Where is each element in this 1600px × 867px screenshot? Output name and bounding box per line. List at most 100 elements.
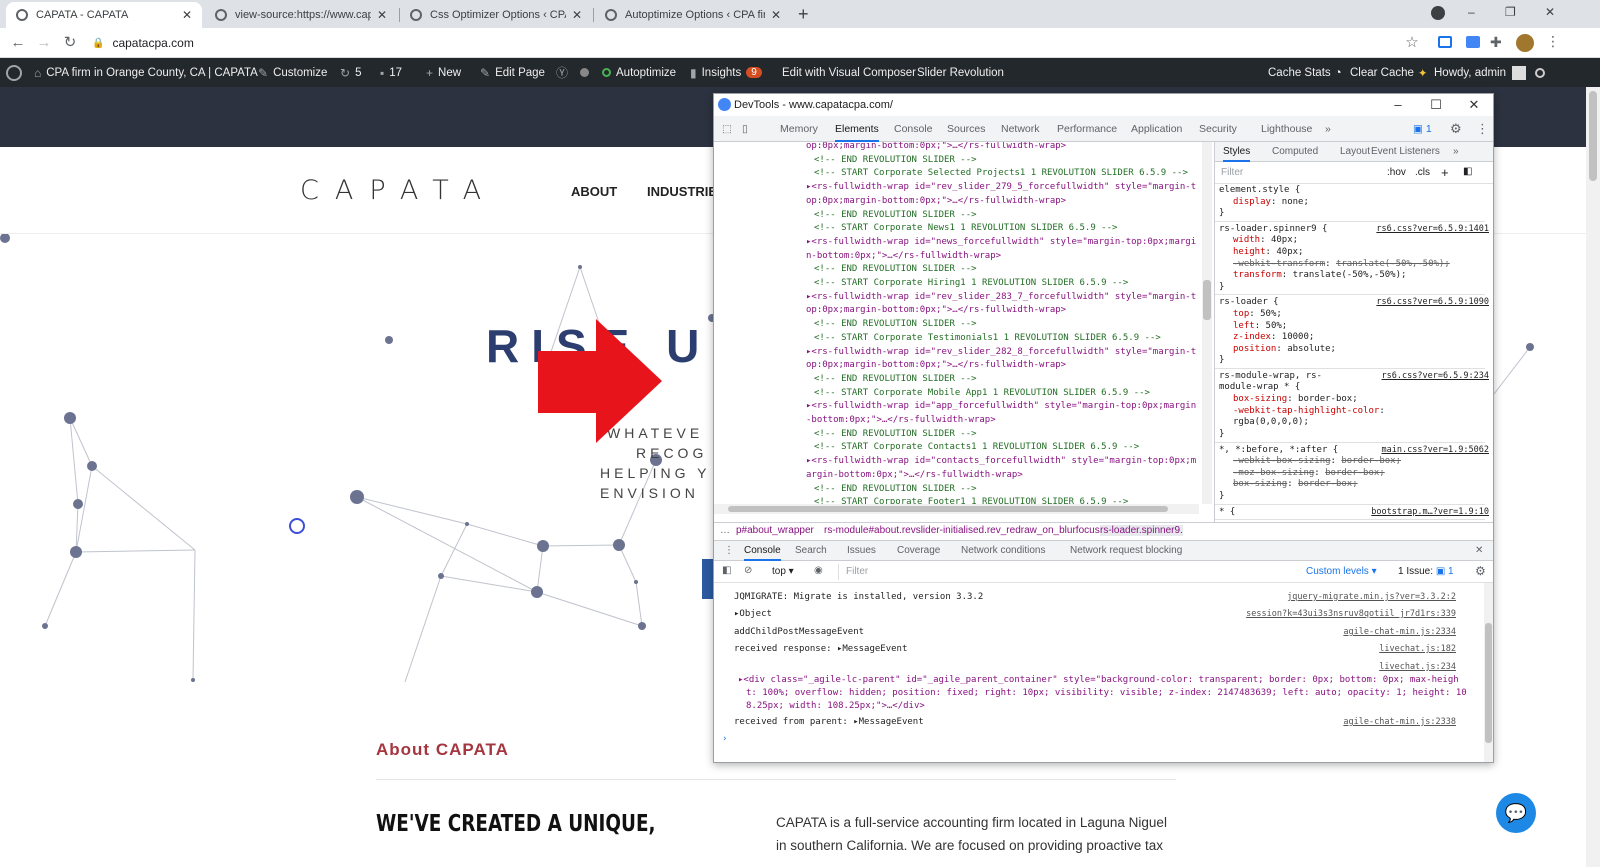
- drawer-tab-coverage[interactable]: Coverage: [897, 541, 940, 561]
- style-property[interactable]: -webkit-tap-highlight-color:: [1233, 406, 1385, 417]
- tab-layout[interactable]: Layout: [1340, 142, 1370, 162]
- dom-comment-line[interactable]: <!-- START Corporate News1 1 REVOLUTION …: [814, 223, 1117, 234]
- console-source-link[interactable]: livechat.js:182: [1379, 643, 1456, 655]
- more-tabs-button[interactable]: »: [1325, 116, 1331, 142]
- console-settings-gear-icon[interactable]: ⚙: [1475, 564, 1486, 578]
- insights-link[interactable]: ▮ Insights 9: [690, 58, 762, 87]
- style-property[interactable]: left: 50%;: [1233, 321, 1287, 332]
- chat-bubble-icon[interactable]: 💬: [1496, 793, 1536, 833]
- browser-menu-icon[interactable]: ⋮: [1546, 33, 1560, 50]
- issues-counter[interactable]: ▣ 1: [1413, 116, 1432, 142]
- reload-icon[interactable]: ↻: [60, 33, 80, 53]
- toggle-sidebar-icon[interactable]: ◧: [1463, 166, 1472, 177]
- tab-security[interactable]: Security: [1199, 116, 1237, 142]
- drawer-tab-request-blocking[interactable]: Network request blocking: [1070, 541, 1182, 561]
- console-source-link[interactable]: session?k=43ui3s3nsruv8qotiil jr7d1rs:33…: [1246, 608, 1456, 620]
- dom-comment-line[interactable]: <!-- END REVOLUTION SLIDER -->: [814, 374, 977, 385]
- style-property[interactable]: rgba(0,0,0,0);: [1233, 417, 1309, 428]
- console-source-link[interactable]: livechat.js:234: [1379, 661, 1456, 673]
- browser-tab[interactable]: view-source:https://www.capatac ✕: [205, 2, 397, 28]
- tab-memory[interactable]: Memory: [780, 116, 818, 142]
- dom-comment-line[interactable]: <!-- START Corporate Mobile App1 1 REVOL…: [814, 388, 1150, 399]
- console-source-link[interactable]: agile-chat-min.js:2338: [1343, 716, 1456, 728]
- close-window-button[interactable]: ✕: [1545, 5, 1555, 19]
- tab-sources[interactable]: Sources: [947, 116, 986, 142]
- style-property[interactable]: position: absolute;: [1233, 344, 1336, 355]
- profile-avatar[interactable]: [1516, 34, 1534, 52]
- edit-page-link[interactable]: ✎ Edit Page: [480, 58, 545, 87]
- address-bar[interactable]: 🔒 capatacpa.com: [92, 31, 1452, 55]
- howdy-account-link[interactable]: Howdy, admin: [1434, 58, 1527, 87]
- elements-hscrollbar[interactable]: [714, 504, 1199, 514]
- wordpress-logo-icon[interactable]: [6, 58, 22, 87]
- page-scrollbar[interactable]: [1586, 87, 1600, 867]
- console-message[interactable]: t: 100%; overflow: hidden; position: fix…: [746, 687, 1467, 699]
- clear-cache-link[interactable]: Clear Cache ✦: [1350, 58, 1428, 87]
- drawer-tab-network-conditions[interactable]: Network conditions: [961, 541, 1045, 561]
- style-rule-source-link[interactable]: rs6.css?ver=6.5.9:1401: [1376, 224, 1489, 235]
- elements-scrollbar[interactable]: [1202, 142, 1212, 504]
- dom-node-line[interactable]: n-bottom:0px;">…</rs-fullwidth-wrap>: [806, 251, 1001, 262]
- dom-comment-line[interactable]: <!-- START Corporate Hiring1 1 REVOLUTIO…: [814, 278, 1128, 289]
- style-property[interactable]: -webkit-transform: translate(-50%,-50%);: [1233, 259, 1450, 270]
- puzzle-extensions-icon[interactable]: ✚: [1490, 34, 1502, 51]
- dom-node-line[interactable]: op:0px;margin-bottom:0px;">…</rs-fullwid…: [806, 196, 1066, 207]
- style-rule-source-link[interactable]: rs6.css?ver=6.5.9:234: [1382, 371, 1489, 382]
- console-source-link[interactable]: agile-chat-min.js:2334: [1343, 626, 1456, 638]
- dom-node-line[interactable]: ▸<rs-fullwidth-wrap id="app_forcefullwid…: [806, 401, 1196, 412]
- dom-comment-line[interactable]: <!-- START Corporate Testimonials1 1 REV…: [814, 333, 1161, 344]
- add-rule-icon[interactable]: +: [1441, 165, 1449, 180]
- tab-elements[interactable]: Elements: [835, 116, 879, 142]
- style-property[interactable]: box-sizing: border-box;: [1233, 479, 1358, 490]
- console-source-link[interactable]: jquery-migrate.min.js?ver=3.3.2:2: [1287, 591, 1456, 603]
- autoptimize-link[interactable]: Autoptimize: [602, 58, 676, 87]
- style-rule-source-link[interactable]: rs6.css?ver=6.5.9:1090: [1376, 297, 1489, 308]
- console-message[interactable]: received from parent: ▸MessageEvent: [734, 716, 924, 728]
- style-rule-selector[interactable]: rs-module-wrap, rs-module-wrap * {: [1219, 371, 1359, 393]
- tab-computed[interactable]: Computed: [1272, 142, 1318, 162]
- tab-lighthouse[interactable]: Lighthouse: [1261, 116, 1312, 142]
- restore-button[interactable]: ❐: [1505, 5, 1516, 19]
- breadcrumb-item[interactable]: rs-module#about.revslider-initialised.re…: [824, 525, 1100, 536]
- nav-about[interactable]: ABOUT: [571, 184, 617, 199]
- tab-console[interactable]: Console: [894, 116, 933, 142]
- tab-performance[interactable]: Performance: [1057, 116, 1117, 142]
- style-property[interactable]: top: 50%;: [1233, 309, 1282, 320]
- site-name-link[interactable]: ⌂ CPA firm in Orange County, CA | CAPATA: [34, 58, 258, 87]
- console-message[interactable]: addChildPostMessageEvent: [734, 626, 864, 638]
- style-rule-selector[interactable]: rs-loader {: [1219, 297, 1279, 308]
- dom-node-line[interactable]: ▸<rs-fullwidth-wrap id="contacts_forcefu…: [806, 456, 1196, 467]
- tab-event-listeners[interactable]: Event Listeners: [1371, 142, 1440, 162]
- extension-icon[interactable]: [1466, 36, 1480, 48]
- dom-comment-line[interactable]: <!-- START Corporate Contacts1 1 REVOLUT…: [814, 442, 1139, 453]
- style-property[interactable]: box-sizing: border-box;: [1233, 394, 1358, 405]
- new-content-link[interactable]: + New: [426, 58, 461, 87]
- console-message[interactable]: ▸Object: [734, 608, 772, 620]
- minimize-button[interactable]: –: [1379, 94, 1417, 116]
- tab-network[interactable]: Network: [1001, 116, 1040, 142]
- tab-search-icon[interactable]: [1431, 6, 1445, 20]
- nav-industries[interactable]: INDUSTRIE: [647, 184, 717, 199]
- dom-node-line[interactable]: op:0px;margin-bottom:0px;">…</rs-fullwid…: [806, 360, 1066, 371]
- style-property[interactable]: display: none;: [1233, 197, 1309, 208]
- style-rule-selector[interactable]: element.style {: [1219, 185, 1300, 196]
- cls-toggle[interactable]: .cls: [1415, 167, 1430, 178]
- style-property[interactable]: -moz-box-sizing: border-box;: [1233, 468, 1385, 479]
- dom-comment-line[interactable]: <!-- END REVOLUTION SLIDER -->: [814, 429, 977, 440]
- style-property[interactable]: width: 40px;: [1233, 235, 1298, 246]
- console-sidebar-icon[interactable]: ◧: [722, 565, 731, 576]
- styles-filter-input[interactable]: Filter: [1221, 167, 1243, 178]
- tab-application[interactable]: Application: [1131, 116, 1182, 142]
- dom-node-line[interactable]: ▸<rs-fullwidth-wrap id="rev_slider_282_8…: [806, 347, 1196, 358]
- browser-tab[interactable]: Autoptimize Options ‹ CPA firm ✕: [595, 2, 791, 28]
- clear-console-icon[interactable]: ⊘: [744, 565, 752, 576]
- console-message[interactable]: ▸<div class="_agile-lc-parent" id="_agil…: [738, 674, 1459, 686]
- dom-comment-line[interactable]: <!-- END REVOLUTION SLIDER -->: [814, 484, 977, 495]
- dom-node-line[interactable]: ▸<rs-fullwidth-wrap id="rev_slider_283_7…: [806, 292, 1196, 303]
- drawer-tab-search[interactable]: Search: [795, 541, 827, 561]
- more-styles-tabs[interactable]: »: [1453, 142, 1459, 162]
- minimize-button[interactable]: –: [1468, 5, 1475, 19]
- close-drawer-icon[interactable]: ✕: [1475, 541, 1483, 561]
- updates-link[interactable]: ↻ 5: [340, 58, 361, 87]
- yoast-icon[interactable]: Ⓨ: [556, 58, 573, 87]
